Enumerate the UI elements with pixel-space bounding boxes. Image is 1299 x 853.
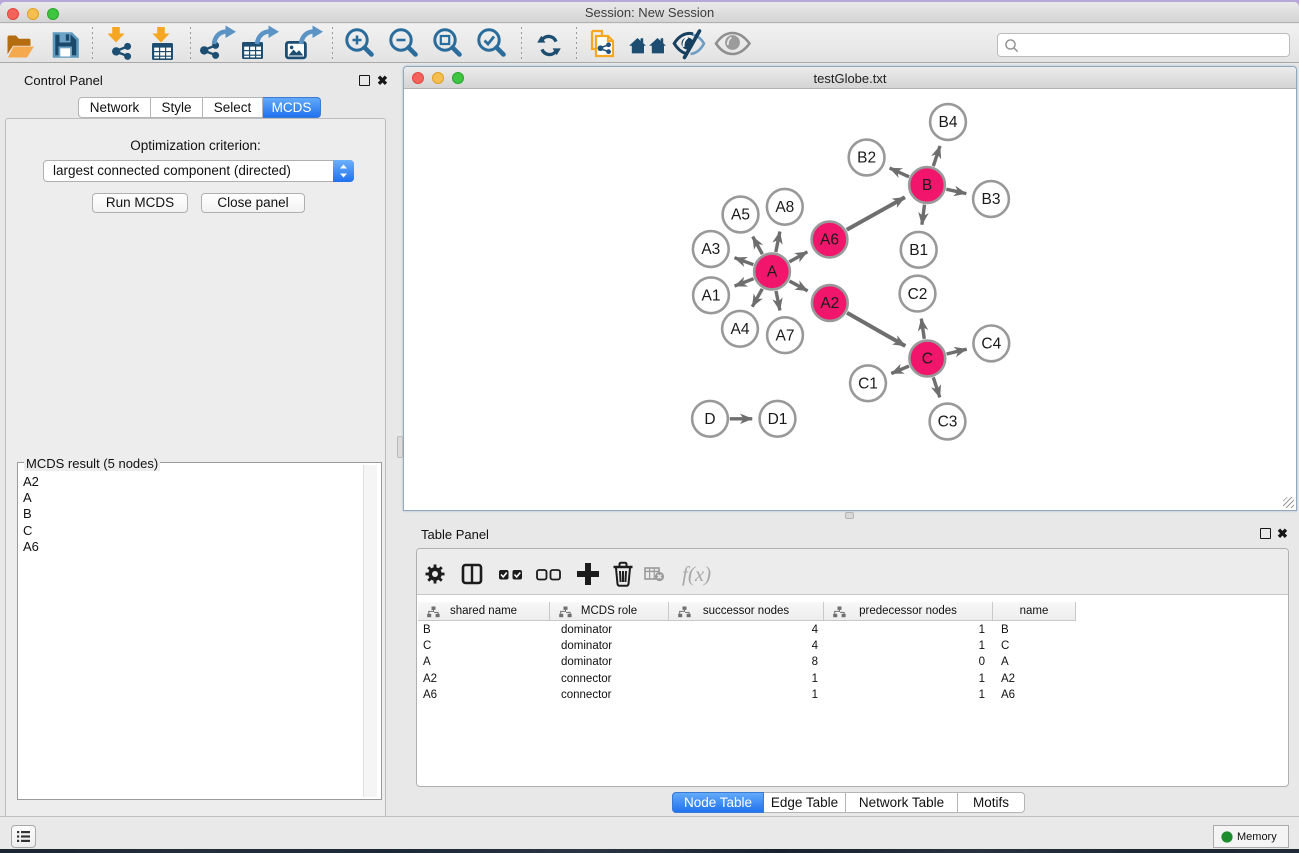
svg-text:B: B [922,177,932,194]
svg-text:A1: A1 [702,288,721,305]
svg-text:C: C [922,351,933,368]
svg-text:B1: B1 [909,242,928,259]
svg-text:A5: A5 [731,207,750,224]
svg-text:A6: A6 [820,232,839,249]
svg-text:A7: A7 [776,327,795,344]
svg-text:A: A [767,264,778,281]
svg-text:A4: A4 [731,321,750,338]
svg-text:D: D [704,411,715,428]
svg-text:f(x): f(x) [682,562,711,586]
svg-text:B3: B3 [982,191,1001,208]
svg-text:B2: B2 [857,150,876,167]
svg-text:B4: B4 [939,114,958,131]
svg-text:C1: C1 [858,376,878,393]
svg-text:C2: C2 [908,286,928,303]
svg-text:A2: A2 [820,295,839,312]
svg-text:A8: A8 [775,199,794,216]
svg-text:D1: D1 [768,411,788,428]
svg-text:C4: C4 [981,336,1001,353]
svg-text:A3: A3 [701,241,720,258]
svg-text:C3: C3 [938,414,958,431]
